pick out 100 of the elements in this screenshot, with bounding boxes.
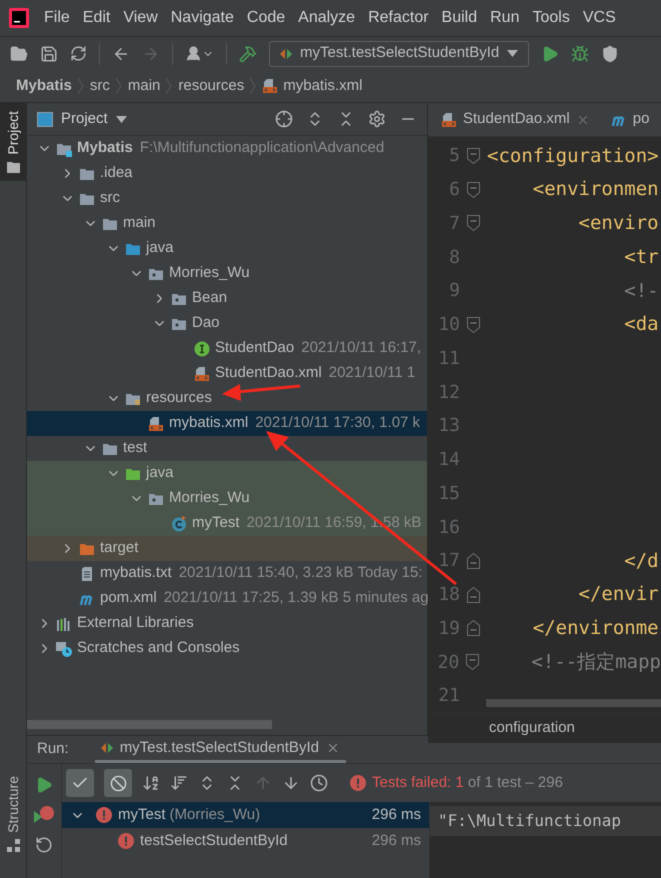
toggle-auto-test-icon[interactable] [35, 836, 53, 854]
line-number: 17 [437, 549, 460, 574]
test-result-row[interactable]: testSelectStudentById 296 ms [62, 828, 429, 854]
menu-item[interactable]: Run [490, 6, 520, 30]
breadcrumb-item[interactable]: main [128, 74, 160, 98]
build-icon[interactable] [239, 44, 257, 62]
tree-item[interactable]: .idea [27, 161, 427, 186]
fold-icon[interactable] [467, 552, 480, 569]
tree-item[interactable]: test [27, 436, 427, 461]
tree-item[interactable]: mybatis.txt 2021/10/11 15:40, 3.23 kB Today 15: [27, 561, 427, 586]
next-icon[interactable] [282, 774, 300, 792]
tree-item[interactable]: pom.xml 2021/10/11 17:25, 1.39 kB 5 minutes ag [27, 586, 427, 611]
open-icon[interactable] [10, 44, 28, 62]
libraries-icon [56, 616, 72, 632]
user-menu-icon[interactable] [185, 45, 214, 62]
scratches-icon [56, 640, 72, 656]
editor-tab[interactable]: po [598, 103, 658, 136]
xml-file-icon [441, 112, 457, 128]
save-icon[interactable] [40, 44, 58, 62]
menu-item[interactable]: File [44, 6, 70, 30]
tree-item[interactable]: mybatis.xml 2021/10/11 17:30, 1.07 k [27, 411, 427, 436]
scrollbar[interactable] [27, 720, 272, 729]
fold-icon[interactable] [467, 182, 480, 198]
fold-icon[interactable] [467, 148, 480, 164]
xml-file-icon [262, 78, 278, 94]
file-details: 2021/10/11 15:40, 3.23 kB Today 15: [178, 563, 422, 584]
caret-icon[interactable] [116, 116, 127, 122]
chevron-icon [166, 78, 172, 94]
code-line: </d [623, 548, 659, 574]
menu-item[interactable]: Build [442, 6, 478, 30]
editor-tab[interactable]: StudentDao.xml [428, 103, 598, 136]
debug-icon[interactable] [571, 44, 590, 62]
sort-duration-icon[interactable] [170, 774, 188, 792]
panel-title[interactable]: Project [61, 108, 108, 130]
tree-item[interactable]: Mybatis F:\Multifunctionapplication\Advanced [27, 136, 427, 161]
tree-item[interactable]: java [27, 236, 427, 261]
breadcrumb-item[interactable]: mybatis.xml [283, 74, 362, 98]
line-number: 13 [437, 414, 460, 438]
show-passed-toggle[interactable] [66, 769, 94, 797]
fold-icon[interactable] [467, 620, 480, 636]
tree-item[interactable]: Dao [27, 311, 427, 336]
menu-item[interactable]: Tools [532, 6, 570, 30]
tree-item[interactable]: Morries_Wu [27, 486, 427, 511]
tree-item[interactable]: target [27, 536, 427, 561]
tree-item[interactable]: StudentDao 2021/10/11 16:17, [27, 336, 427, 361]
fold-icon[interactable] [467, 215, 480, 232]
tree-item[interactable]: StudentDao.xml 2021/10/11 1 [27, 361, 427, 386]
rerun-icon[interactable] [35, 776, 53, 794]
duration: 296 ms [372, 830, 421, 851]
breadcrumb-item[interactable]: Mybatis [16, 74, 72, 98]
locate-icon[interactable] [275, 110, 293, 128]
run-tab[interactable]: myTest.testSelectStudentById [94, 736, 346, 763]
line-number: 8 [448, 246, 460, 270]
caret-icon [507, 50, 518, 57]
fold-icon[interactable] [466, 654, 480, 670]
test-result-row[interactable]: myTest (Morries_Wu) 296 ms [62, 802, 429, 828]
menu-item[interactable]: Refactor [368, 6, 429, 30]
menu-item[interactable]: Navigate [170, 6, 234, 30]
tree-item[interactable]: java [27, 461, 427, 486]
coverage-icon[interactable] [601, 44, 620, 62]
menu-item[interactable]: Analyze [298, 6, 356, 30]
code-comment: <!--指定mapp [530, 650, 661, 675]
menu-item[interactable]: Code [246, 6, 286, 30]
line-number: 6 [448, 178, 460, 202]
breadcrumb-item[interactable]: src [90, 74, 110, 98]
rerun-failed-icon[interactable] [34, 806, 54, 824]
tree-item[interactable]: Scratches and Consoles [27, 636, 427, 661]
chevron-icon [116, 78, 122, 94]
panel-icon [37, 112, 53, 126]
file-details: 2021/10/11 16:17, [301, 338, 422, 358]
tree-item[interactable]: Morries_Wu [27, 261, 427, 286]
side-tab[interactable]: Project [0, 103, 27, 181]
run-icon[interactable] [541, 44, 560, 62]
tree-item[interactable]: External Libraries [27, 611, 427, 636]
sort-alpha-icon[interactable] [142, 774, 160, 792]
fold-icon[interactable] [467, 586, 480, 603]
panel-label: Run: [37, 739, 69, 760]
side-tab[interactable]: Structure [0, 768, 27, 860]
xml-file-icon [148, 416, 164, 432]
test-config-icon [100, 742, 113, 754]
test-config-icon [280, 48, 292, 60]
xml-file-icon [194, 366, 210, 382]
menu-item[interactable]: Edit [82, 6, 110, 30]
run-config-dropdown[interactable]: myTest.testSelectStudentById [269, 40, 530, 66]
tree-item[interactable]: resources [27, 386, 427, 411]
tree-item[interactable]: main [27, 211, 427, 236]
tree-item[interactable]: src [27, 186, 427, 211]
line-number: 15 [437, 482, 460, 506]
line-number: 12 [437, 380, 460, 405]
menu-item[interactable]: VCS [582, 6, 616, 30]
history-icon[interactable] [310, 774, 328, 792]
scrollbar[interactable] [486, 698, 661, 707]
refresh-icon[interactable] [70, 45, 87, 62]
show-ignored-toggle[interactable] [104, 769, 132, 797]
menu-item[interactable]: View [123, 6, 158, 30]
fold-icon[interactable] [467, 316, 480, 333]
tree-item[interactable]: Bean [27, 286, 427, 311]
breadcrumb-item[interactable]: resources [178, 74, 244, 98]
settings-icon[interactable] [368, 110, 386, 128]
duration: 296 ms [372, 804, 421, 825]
